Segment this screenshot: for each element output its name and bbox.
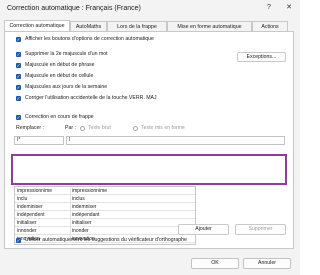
tab-actions[interactable]: Actions [252,21,288,31]
title-bar: Correction automatique : Français (Franc… [0,0,300,17]
list-item[interactable]: indépendent indépendant [15,211,195,219]
list-item[interactable]: innonder inonder [15,227,195,235]
with-label: Par : [65,125,76,131]
tab-autoformat[interactable]: Mise en forme automatique [167,21,252,31]
day-names-checkbox[interactable]: ✓ [16,85,21,90]
formatted-text-label: Texte mis en forme [141,125,185,131]
list-item[interactable]: impressionnime impressionnime [15,187,195,195]
show-buttons-label: Afficher les boutons d'options de correc… [25,36,154,42]
caps-lock-label: Corriger l'utilisation accidentelle de l… [25,95,157,101]
autocorrect-dialog: Correction automatique : Français (Franc… [0,0,300,275]
delete-button[interactable]: Supprimer [235,224,286,235]
formatted-text-radio[interactable] [133,126,138,131]
spellcheck-checkbox[interactable]: ✓ [16,238,21,243]
two-initials-label: Supprimer la 2e majuscule d'un mot [25,51,108,57]
show-buttons-checkbox[interactable]: ✓ [16,37,21,42]
with-input[interactable]: I [66,136,285,145]
caps-lock-checkbox[interactable]: ✓ [16,96,21,101]
exceptions-button[interactable]: Exceptions... [237,52,286,62]
tab-autocorrect[interactable]: Correction automatique [4,20,70,31]
two-initials-checkbox[interactable]: ✓ [16,52,21,57]
replace-typing-checkbox[interactable]: ✓ [16,115,21,120]
tab-automaths[interactable]: AutoMaths [70,21,107,31]
cell-start-label: Majuscule en début de cellule [25,73,94,79]
sentence-start-label: Majuscule en début de phrase [25,62,95,68]
add-button[interactable]: Ajouter [178,224,229,235]
replace-label: Remplacer : [16,125,44,131]
cancel-button[interactable]: Annuler [243,258,291,269]
close-button[interactable]: ✕ [283,2,295,14]
tab-typing[interactable]: Lors de la frappe [107,21,167,31]
list-item[interactable]: inclu inclus [15,195,195,203]
day-names-label: Majuscules aux jours de la semaine [25,84,108,90]
list-item[interactable]: initialiser initialiser [15,219,195,227]
ok-button[interactable]: OK [191,258,239,269]
sentence-start-checkbox[interactable]: ✓ [16,63,21,68]
help-button[interactable]: ? [263,2,275,14]
plain-text-label: Texte brut [88,125,111,131]
replace-input[interactable]: I* [14,136,64,145]
dialog-title: Correction automatique : Français (Franc… [7,5,141,12]
cell-start-checkbox[interactable]: ✓ [16,74,21,79]
replace-highlight-box [11,154,287,185]
list-item[interactable]: indeminiser indemniser [15,203,195,211]
plain-text-radio[interactable] [80,126,85,131]
spellcheck-label: Utiliser automatiquement les suggestions… [25,237,187,243]
replace-typing-label: Correction en cours de frappe [25,114,94,120]
